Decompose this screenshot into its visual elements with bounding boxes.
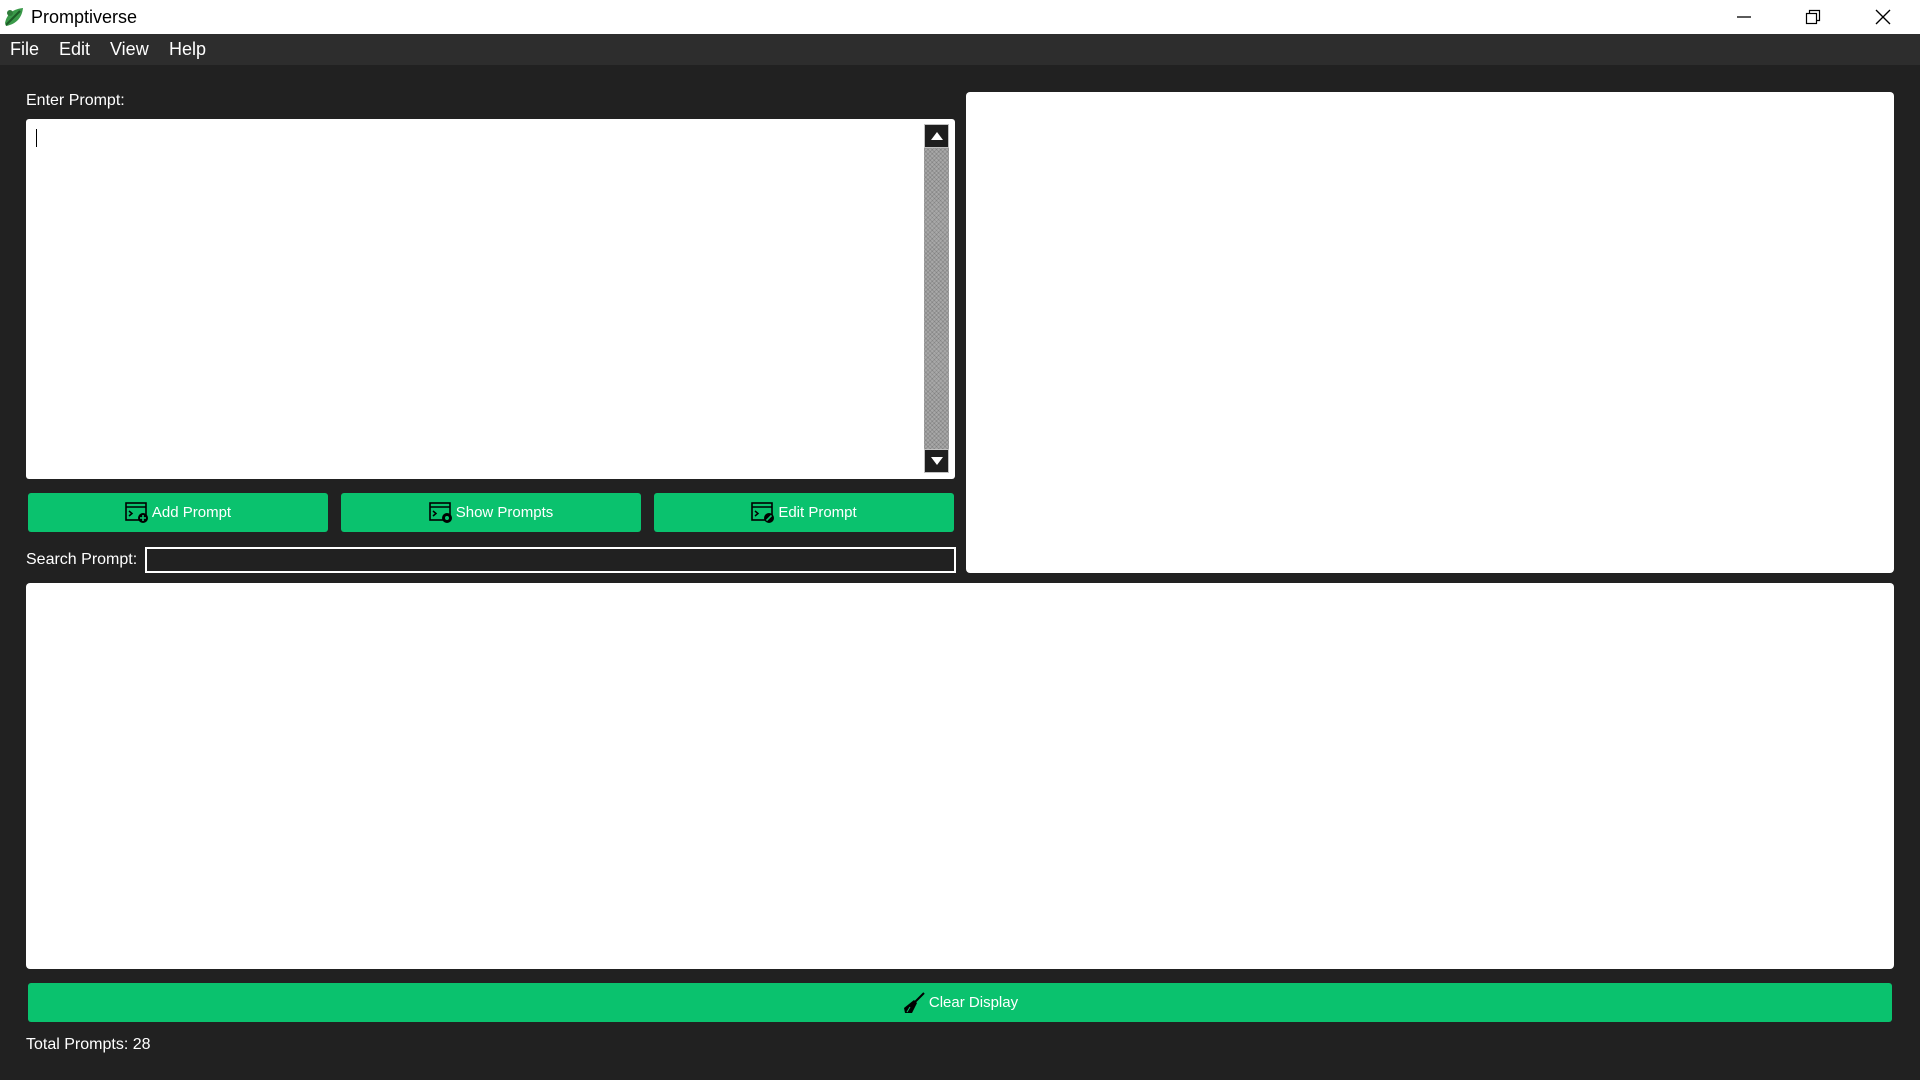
menu-bar: File Edit View Help: [0, 34, 1920, 65]
broom-icon: [902, 991, 926, 1015]
restore-icon: [1805, 9, 1821, 25]
title-bar: Promptiverse: [0, 0, 1920, 34]
search-prompt-label: Search Prompt:: [26, 551, 138, 568]
add-prompt-label: Add Prompt: [151, 504, 232, 521]
text-caret: [36, 129, 37, 147]
total-prompts-status: Total Prompts: 28: [26, 1036, 151, 1053]
edit-prompt-button[interactable]: Edit Prompt: [654, 493, 954, 532]
close-icon: [1875, 9, 1891, 25]
prompt-textarea[interactable]: [26, 119, 955, 479]
menu-view[interactable]: View: [110, 39, 149, 60]
scroll-down-button[interactable]: [924, 449, 949, 473]
app-logo-icon: [2, 5, 26, 29]
add-prompt-button[interactable]: Add Prompt: [28, 493, 328, 532]
arrow-down-icon: [931, 457, 943, 465]
minimize-button[interactable]: [1710, 0, 1778, 34]
search-input[interactable]: [145, 547, 956, 573]
scroll-up-button[interactable]: [924, 124, 949, 148]
clear-display-label: Clear Display: [928, 994, 1019, 1011]
terminal-add-icon: [125, 501, 149, 524]
clear-display-button[interactable]: Clear Display: [28, 983, 1892, 1022]
close-button[interactable]: [1849, 0, 1917, 34]
terminal-view-icon: [428, 501, 453, 524]
menu-edit[interactable]: Edit: [59, 39, 90, 60]
menu-help[interactable]: Help: [169, 39, 206, 60]
arrow-up-icon: [931, 132, 943, 140]
preview-panel[interactable]: [966, 92, 1894, 573]
edit-prompt-label: Edit Prompt: [778, 504, 857, 521]
show-prompts-button[interactable]: Show Prompts: [341, 493, 641, 532]
enter-prompt-label: Enter Prompt:: [26, 92, 125, 109]
display-area[interactable]: [26, 583, 1894, 969]
menu-file[interactable]: File: [10, 39, 39, 60]
restore-button[interactable]: [1779, 0, 1847, 34]
window-title: Promptiverse: [31, 7, 138, 27]
show-prompts-label: Show Prompts: [455, 504, 554, 521]
prompt-scrollbar[interactable]: [924, 124, 949, 473]
terminal-edit-icon: [751, 501, 775, 524]
minimize-icon: [1737, 16, 1751, 18]
